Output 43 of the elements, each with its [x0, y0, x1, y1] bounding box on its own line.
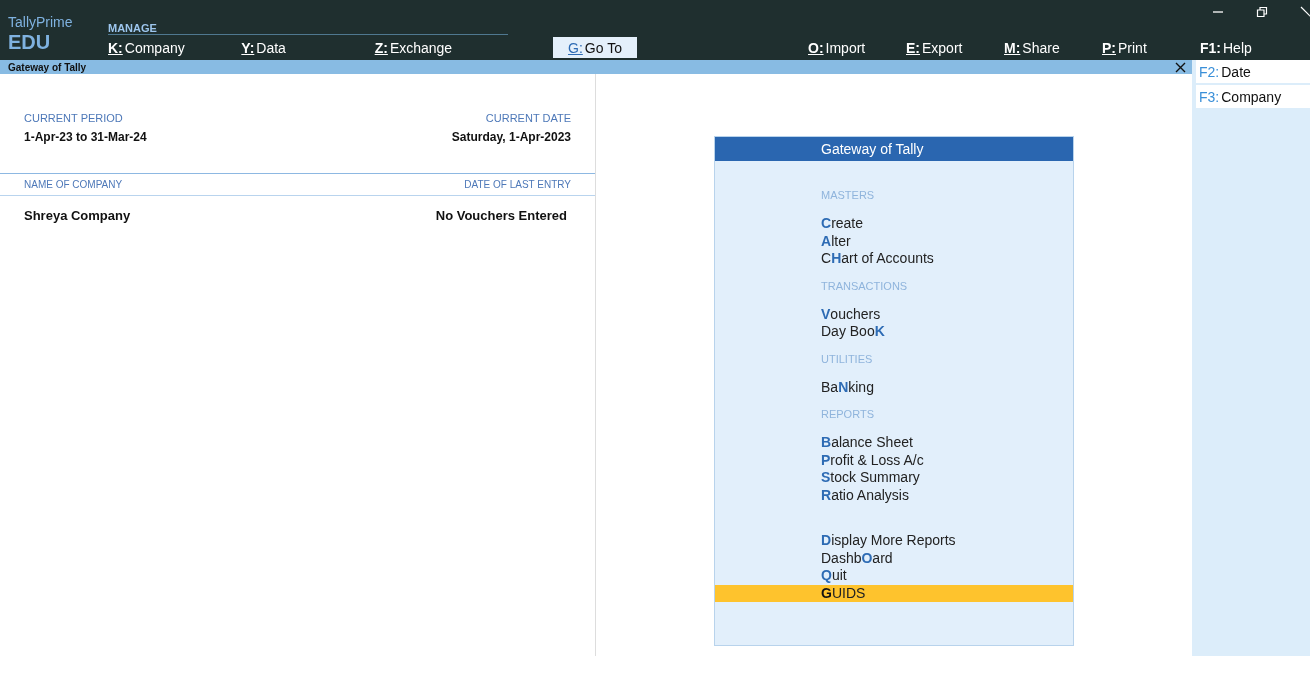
menu-item[interactable]: BaNking	[715, 378, 1073, 396]
section-heading: UTILITIES	[820, 352, 874, 367]
window-title: Gateway of Tally	[8, 61, 87, 73]
toolbar-button[interactable]: M:Share	[1004, 35, 1102, 60]
toolbar-button[interactable]: Z:Exchange	[374, 35, 508, 60]
toolbar-button[interactable]: K:Company	[108, 35, 242, 60]
menu-item[interactable]: Day BooK	[715, 323, 1073, 341]
menu-item[interactable]: Vouchers	[715, 305, 1073, 323]
menu-item[interactable]: Alter	[715, 232, 1073, 250]
section-heading: TRANSACTIONS	[820, 279, 909, 294]
section-heading: REPORTS	[820, 408, 875, 422]
toolbar-button[interactable]: O:Import	[808, 35, 906, 60]
toolbar-button[interactable]: F1:Help	[1200, 35, 1298, 60]
menu-item[interactable]: Stock Summary	[715, 469, 1073, 487]
sidebar-button[interactable]: F3:Company	[1196, 85, 1310, 108]
period-value: 1-Apr-23 to 31-Mar-24	[24, 130, 147, 144]
column-header: NAME OF COMPANY	[24, 179, 123, 190]
menu-item[interactable]: CHart of Accounts	[715, 250, 1073, 268]
menu-item[interactable]: DashbOard	[715, 549, 1073, 567]
menu-item[interactable]: Balance Sheet	[715, 434, 1073, 452]
section-heading: MASTERS	[820, 189, 876, 203]
app-name: TallyPrime	[8, 14, 74, 31]
column-header: DATE OF LAST ENTRY	[464, 179, 571, 190]
app-edition: EDU	[8, 31, 52, 53]
menu-item[interactable]: Ratio Analysis	[715, 486, 1073, 504]
toolbar-button[interactable]: Y:Data	[241, 35, 375, 60]
menu-item[interactable]: Create	[715, 215, 1073, 233]
goto-button[interactable]: G:Go To	[553, 37, 637, 58]
date-value: Saturday, 1-Apr-2023	[451, 130, 571, 144]
table-cell: Shreya Company	[24, 208, 131, 223]
date-label: CURRENT DATE	[485, 112, 571, 124]
menu-item[interactable]: Display More Reports	[715, 532, 1073, 550]
menu-title: Gateway of Tally	[715, 137, 1073, 161]
toolbar-button[interactable]: E:Export	[906, 35, 1004, 60]
restore-icon[interactable]	[1256, 6, 1268, 18]
period-label: CURRENT PERIOD	[24, 112, 124, 124]
menu-item[interactable]: Quit	[715, 567, 1073, 585]
sidebar-button[interactable]: F2:Date	[1196, 60, 1310, 83]
menu-item[interactable]: Profit & Loss A/c	[715, 451, 1073, 469]
table-cell: No Vouchers Entered	[435, 208, 567, 223]
menu-group-label: MANAGE	[108, 22, 508, 35]
toolbar-button[interactable]: P:Print	[1102, 35, 1200, 60]
menu-item[interactable]: GUIDS	[715, 584, 1073, 602]
